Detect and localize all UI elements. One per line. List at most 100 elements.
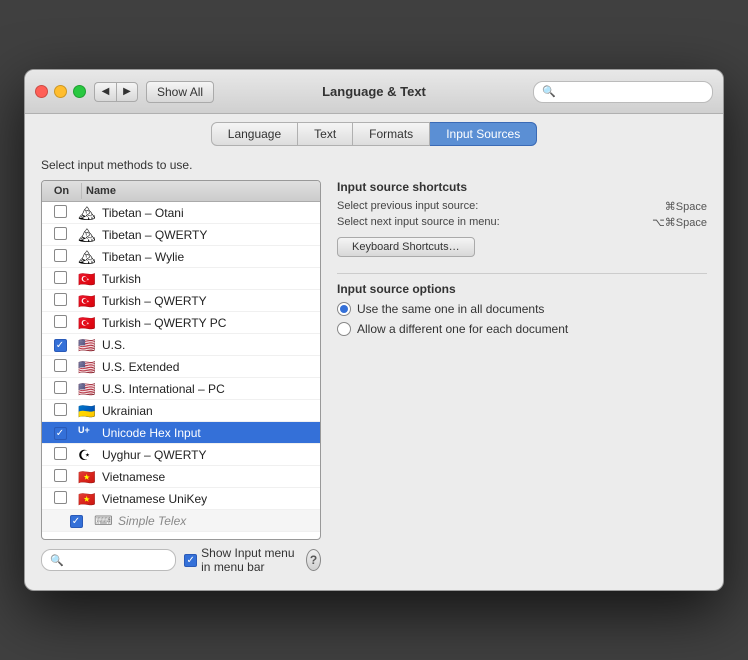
radio-different-button[interactable] — [337, 322, 351, 336]
list-item[interactable]: 🇹🇷Turkish — [42, 268, 320, 290]
list-item[interactable]: 🇻🇳 Vietnamese — [42, 466, 320, 488]
item-label: Tibetan – Wylie — [102, 250, 320, 264]
item-label: U.S. International – PC — [102, 382, 320, 396]
col-name-header: Name — [82, 183, 320, 199]
item-label: Unicode Hex Input — [102, 426, 320, 440]
tab-bar: Language Text Formats Input Sources — [25, 114, 723, 146]
bottom-search[interactable]: 🔍 — [41, 549, 176, 571]
item-label: Tibetan – Otani — [102, 206, 320, 220]
tab-formats[interactable]: Formats — [353, 122, 430, 146]
col-on-header: On — [42, 183, 82, 199]
list-item[interactable]: 🇺🇦Ukrainian — [42, 400, 320, 422]
list-item[interactable]: ✓U+Unicode Hex Input — [42, 422, 320, 444]
bottom-search-icon: 🔍 — [50, 554, 64, 567]
show-menu-label: Show Input menu in menu bar — [201, 546, 298, 574]
bottom-search-input[interactable] — [68, 554, 167, 566]
main-panel: On Name 🏔 Tibetan – Otani 🏔Tibetan – QWERT… — [41, 180, 707, 574]
item-checkbox[interactable]: ✓ — [58, 513, 94, 528]
radio-different-label: Allow a different one for each document — [357, 322, 568, 336]
options-section: Input source options Use the same one in… — [337, 282, 707, 336]
main-window: ◀ ▶ Show All Language & Text 🔍 Language … — [24, 69, 724, 591]
item-label: Turkish – QWERTY PC — [102, 316, 320, 330]
divider — [337, 273, 707, 274]
options-title: Input source options — [337, 282, 707, 296]
list-item[interactable]: 🇻🇳 Vietnamese UniKey — [42, 488, 320, 510]
list-item[interactable]: 🇹🇷Turkish – QWERTY — [42, 290, 320, 312]
keyboard-shortcuts-button[interactable]: Keyboard Shortcuts… — [337, 237, 475, 257]
list-item[interactable]: ☪ Uyghur – QWERTY — [42, 444, 320, 466]
list-item[interactable]: 🇹🇷 Turkish – QWERTY PC — [42, 312, 320, 334]
list-header: On Name — [42, 181, 320, 202]
window-title: Language & Text — [322, 84, 426, 99]
input-list: On Name 🏔 Tibetan – Otani 🏔Tibetan – QWERT… — [41, 180, 321, 540]
item-label: Turkish – QWERTY — [102, 294, 320, 308]
item-flag-icon: 🇺🇸 — [78, 360, 98, 374]
title-search[interactable]: 🔍 — [533, 81, 713, 103]
list-item[interactable]: 🇺🇸 U.S. International – PC — [42, 378, 320, 400]
close-button[interactable] — [35, 85, 48, 98]
item-label: Simple Telex — [118, 514, 320, 528]
radio-same-button[interactable] — [337, 302, 351, 316]
radio-different[interactable]: Allow a different one for each document — [337, 322, 707, 336]
item-flag-icon: 🏔 — [78, 206, 98, 220]
title-bar: ◀ ▶ Show All Language & Text 🔍 — [25, 70, 723, 114]
minimize-button[interactable] — [54, 85, 67, 98]
item-checkbox[interactable] — [42, 227, 78, 243]
item-checkbox[interactable]: ✓ — [42, 425, 78, 440]
item-flag-icon: 🏔 — [78, 228, 98, 242]
tab-text[interactable]: Text — [298, 122, 353, 146]
shortcut-previous-label: Select previous input source: — [337, 200, 478, 213]
list-item[interactable]: 🇺🇸U.S. Extended — [42, 356, 320, 378]
item-flag-icon: 🇻🇳 — [78, 470, 98, 484]
list-item[interactable]: 🏔 Tibetan – Otani — [42, 202, 320, 224]
help-button[interactable]: ? — [306, 549, 321, 571]
item-flag-icon: 🇹🇷 — [78, 316, 98, 330]
item-flag-icon: 🇻🇳 — [78, 492, 98, 506]
item-checkbox[interactable] — [42, 447, 78, 463]
list-item[interactable]: 🏔Tibetan – Wylie — [42, 246, 320, 268]
list-item[interactable]: ✓⌨ Simple Telex — [42, 510, 320, 532]
shortcut-next-label: Select next input source in menu: — [337, 216, 500, 229]
back-button[interactable]: ◀ — [94, 82, 116, 102]
item-checkbox[interactable] — [42, 381, 78, 397]
item-checkbox[interactable] — [42, 205, 78, 221]
item-checkbox[interactable] — [42, 249, 78, 265]
list-body[interactable]: 🏔Tibetan – Otani🏔Tibetan – QWERTY🏔Tibeta… — [42, 202, 320, 539]
item-checkbox[interactable] — [42, 271, 78, 287]
show-menu-check[interactable]: ✓ Show Input menu in menu bar — [184, 546, 298, 574]
item-checkbox[interactable] — [42, 359, 78, 375]
radio-same-label: Use the same one in all documents — [357, 302, 544, 316]
item-flag-icon: ⌨ — [94, 514, 114, 528]
content-area: Select input methods to use. On Name 🏔Ti… — [25, 146, 723, 590]
item-label: Ukrainian — [102, 404, 320, 418]
item-checkbox[interactable]: ✓ — [42, 337, 78, 352]
item-checkbox[interactable] — [42, 491, 78, 507]
item-flag-icon: 🇺🇸 — [78, 382, 98, 396]
shortcuts-title: Input source shortcuts — [337, 180, 707, 194]
tab-input-sources[interactable]: Input Sources — [430, 122, 537, 146]
shortcut-next: Select next input source in menu: ⌥⌘Spac… — [337, 216, 707, 229]
list-item[interactable]: 🏔Tibetan – QWERTY — [42, 224, 320, 246]
radio-same[interactable]: Use the same one in all documents — [337, 302, 707, 316]
item-checkbox[interactable] — [42, 469, 78, 485]
search-input[interactable] — [560, 86, 704, 98]
item-flag-icon: ☪ — [78, 448, 98, 462]
show-all-button[interactable]: Show All — [146, 81, 214, 103]
item-checkbox[interactable] — [42, 293, 78, 309]
show-menu-checkbox[interactable]: ✓ — [184, 554, 197, 567]
item-label: Vietnamese — [102, 470, 320, 484]
item-flag-icon: 🇹🇷 — [78, 272, 98, 286]
item-checkbox[interactable] — [42, 403, 78, 419]
list-item[interactable]: ✓🇺🇸U.S. — [42, 334, 320, 356]
tab-language[interactable]: Language — [211, 122, 298, 146]
right-panel: Input source shortcuts Select previous i… — [337, 180, 707, 574]
item-label: Vietnamese UniKey — [102, 492, 320, 506]
list-panel: On Name 🏔 Tibetan – Otani 🏔Tibetan – QWERT… — [41, 180, 321, 574]
maximize-button[interactable] — [73, 85, 86, 98]
forward-button[interactable]: ▶ — [116, 82, 138, 102]
item-checkbox[interactable] — [42, 315, 78, 331]
radio-same-dot — [340, 305, 348, 313]
bottom-bar: 🔍 ✓ Show Input menu in menu bar ? — [41, 546, 321, 574]
item-label: U.S. — [102, 338, 320, 352]
item-label: Uyghur – QWERTY — [102, 448, 320, 462]
